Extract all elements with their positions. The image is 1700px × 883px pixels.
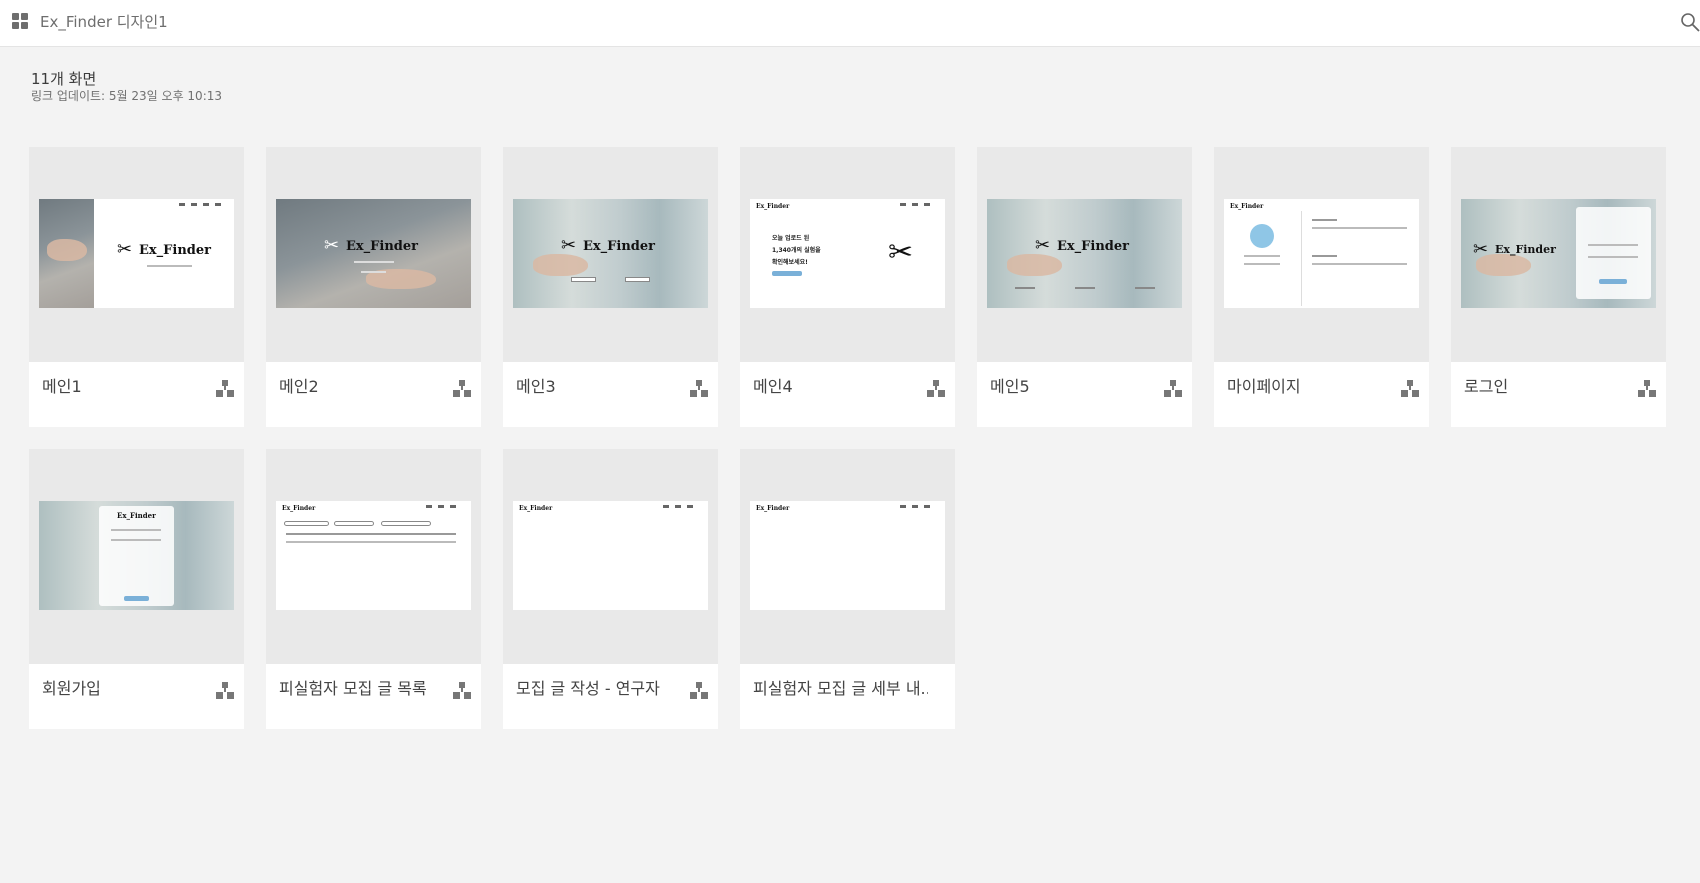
screen-card[interactable]: ✂ Ex_Finder 메인1 (29, 147, 244, 427)
screen-label: 로그인 (1464, 377, 1509, 396)
screen-label: 메인3 (516, 377, 556, 396)
screen-card[interactable]: Ex_Finder 회원가입 (29, 449, 244, 729)
screen-thumbnail: ✂ Ex_Finder (1461, 199, 1656, 308)
thumbnail-area: Ex_Finder 오늘 업로드 된 1,340개의 실험을 확인해보세요! ✂ (740, 147, 955, 362)
thumbnail-area: ✂ Ex_Finder (977, 147, 1192, 362)
screen-label: 회원가입 (42, 679, 101, 698)
app-title: Ex_Finder 디자인1 (40, 13, 168, 31)
screen-card[interactable]: Ex_Finder 모집 글 작성 - 연구자 (503, 449, 718, 729)
thumbnail-area: ✂ Ex_Finder (29, 147, 244, 362)
screen-label: 마이페이지 (1227, 377, 1301, 396)
thumbnail-area: Ex_Finder (1214, 147, 1429, 362)
flow-icon[interactable] (453, 380, 471, 398)
screen-card[interactable]: ✂ Ex_Finder 메인2 (266, 147, 481, 427)
screen-card[interactable]: Ex_Finder 피실험자 모집 글 목록 (266, 449, 481, 729)
link-update-info: 링크 업데이트: 5월 23일 오후 10:13 (31, 89, 223, 103)
thumbnail-area: ✂ Ex_Finder (1451, 147, 1666, 362)
top-bar: Ex_Finder 디자인1 (0, 0, 1700, 47)
flow-icon[interactable] (690, 682, 708, 700)
screen-label: 메인2 (279, 377, 319, 396)
flow-icon[interactable] (216, 380, 234, 398)
flow-icon[interactable] (690, 380, 708, 398)
screen-label: 메인4 (753, 377, 793, 396)
screen-thumbnail: Ex_Finder 오늘 업로드 된 1,340개의 실험을 확인해보세요! ✂ (750, 199, 945, 308)
screen-thumbnail: ✂ Ex_Finder (276, 199, 471, 308)
screen-card[interactable]: Ex_Finder 마이페이지 (1214, 147, 1429, 427)
screen-card[interactable]: Ex_Finder 피실험자 모집 글 세부 내... (740, 449, 955, 729)
screen-count: 11개 화면 (31, 70, 97, 88)
flow-icon[interactable] (1164, 380, 1182, 398)
screen-label: 모집 글 작성 - 연구자 (516, 679, 660, 698)
thumbnail-area: Ex_Finder (29, 449, 244, 664)
flow-icon[interactable] (216, 682, 234, 700)
screen-card[interactable]: ✂ Ex_Finder 로그인 (1451, 147, 1666, 427)
screen-card[interactable]: ✂ Ex_Finder 메인5 (977, 147, 1192, 427)
screen-thumbnail: ✂ Ex_Finder (513, 199, 708, 308)
screen-thumbnail: ✂ Ex_Finder (987, 199, 1182, 308)
thumbnail-area: Ex_Finder (266, 449, 481, 664)
search-icon[interactable] (1680, 11, 1700, 33)
thumbnail-area: ✂ Ex_Finder (266, 147, 481, 362)
screen-thumbnail: Ex_Finder (750, 501, 945, 610)
grid-icon[interactable] (12, 13, 28, 29)
flow-icon[interactable] (1401, 380, 1419, 398)
flow-icon[interactable] (1638, 380, 1656, 398)
screen-card[interactable]: Ex_Finder 오늘 업로드 된 1,340개의 실험을 확인해보세요! ✂… (740, 147, 955, 427)
flow-icon[interactable] (927, 380, 945, 398)
thumbnail-area: Ex_Finder (503, 449, 718, 664)
thumbnail-area: Ex_Finder (740, 449, 955, 664)
screen-label: 메인5 (990, 377, 1030, 396)
screen-label: 피실험자 모집 글 세부 내... (753, 679, 928, 698)
screen-thumbnail: Ex_Finder (1224, 199, 1419, 308)
screen-label: 메인1 (42, 377, 82, 396)
screen-thumbnail: Ex_Finder (39, 501, 234, 610)
screen-thumbnail: Ex_Finder (513, 501, 708, 610)
flow-icon[interactable] (453, 682, 471, 700)
screen-thumbnail: Ex_Finder (276, 501, 471, 610)
screen-card[interactable]: ✂ Ex_Finder 메인3 (503, 147, 718, 427)
thumbnail-area: ✂ Ex_Finder (503, 147, 718, 362)
screen-thumbnail: ✂ Ex_Finder (39, 199, 234, 308)
screen-label: 피실험자 모집 글 목록 (279, 679, 427, 698)
